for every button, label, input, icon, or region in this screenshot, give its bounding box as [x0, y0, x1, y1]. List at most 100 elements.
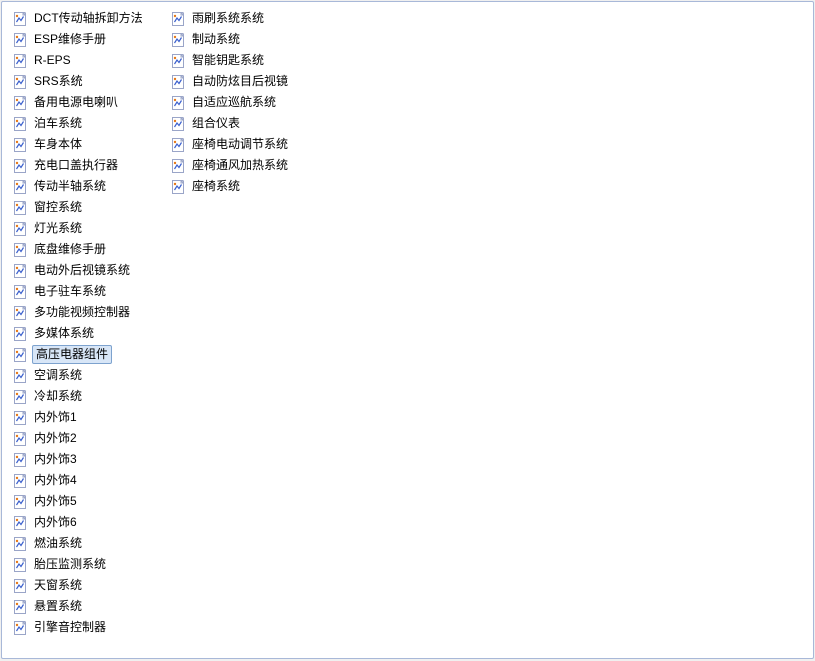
list-item[interactable]: 电子驻车系统 — [10, 281, 160, 302]
list-item[interactable]: 高压电器组件 — [10, 344, 160, 365]
list-item[interactable]: 引擎音控制器 — [10, 617, 160, 638]
list-item[interactable]: 内外饰3 — [10, 449, 160, 470]
list-item[interactable]: 内外饰2 — [10, 428, 160, 449]
list-item[interactable]: 悬置系统 — [10, 596, 160, 617]
item-label: 内外饰1 — [32, 409, 79, 426]
item-label: 座椅系统 — [190, 178, 242, 195]
item-label: 智能钥匙系统 — [190, 52, 266, 69]
item-label: 内外饰3 — [32, 451, 79, 468]
list-item[interactable]: 空调系统 — [10, 365, 160, 386]
document-icon — [12, 410, 28, 426]
list-item[interactable]: 智能钥匙系统 — [168, 50, 318, 71]
list-item[interactable]: 自动防炫目后视镜 — [168, 71, 318, 92]
item-label: 内外饰4 — [32, 472, 79, 489]
list-item[interactable]: 内外饰6 — [10, 512, 160, 533]
list-item[interactable]: 胎压监测系统 — [10, 554, 160, 575]
document-icon — [170, 116, 186, 132]
item-label: DCT传动轴拆卸方法 — [32, 10, 145, 27]
document-icon — [12, 305, 28, 321]
document-icon — [170, 95, 186, 111]
item-label: 高压电器组件 — [32, 345, 112, 364]
document-icon — [12, 494, 28, 510]
list-item[interactable]: 天窗系统 — [10, 575, 160, 596]
document-icon — [12, 515, 28, 531]
item-label: SRS系统 — [32, 73, 85, 90]
document-icon — [12, 158, 28, 174]
list-item[interactable]: ESP维修手册 — [10, 29, 160, 50]
list-item[interactable]: 座椅电动调节系统 — [168, 134, 318, 155]
document-icon — [12, 137, 28, 153]
document-icon — [12, 53, 28, 69]
list-item[interactable]: 充电口盖执行器 — [10, 155, 160, 176]
list-item[interactable]: 备用电源电喇叭 — [10, 92, 160, 113]
document-icon — [12, 347, 28, 363]
item-label: 悬置系统 — [32, 598, 84, 615]
document-icon — [12, 326, 28, 342]
document-icon — [12, 452, 28, 468]
document-icon — [12, 116, 28, 132]
document-icon — [12, 389, 28, 405]
list-item[interactable]: 制动系统 — [168, 29, 318, 50]
item-label: 天窗系统 — [32, 577, 84, 594]
item-label: 多功能视频控制器 — [32, 304, 132, 321]
item-label: 泊车系统 — [32, 115, 84, 132]
item-label: 备用电源电喇叭 — [32, 94, 120, 111]
document-icon — [170, 53, 186, 69]
list-item[interactable]: 雨刷系统系统 — [168, 8, 318, 29]
item-label: 灯光系统 — [32, 220, 84, 237]
list-item[interactable]: 内外饰4 — [10, 470, 160, 491]
document-icon — [12, 32, 28, 48]
list-item[interactable]: 底盘维修手册 — [10, 239, 160, 260]
document-icon — [12, 74, 28, 90]
item-label: 电动外后视镜系统 — [32, 262, 132, 279]
item-label: 冷却系统 — [32, 388, 84, 405]
list-item[interactable]: 泊车系统 — [10, 113, 160, 134]
document-icon — [170, 74, 186, 90]
list-item[interactable]: 灯光系统 — [10, 218, 160, 239]
list-item[interactable]: 燃油系统 — [10, 533, 160, 554]
list-item[interactable]: 组合仪表 — [168, 113, 318, 134]
document-icon — [170, 158, 186, 174]
document-icon — [12, 473, 28, 489]
item-label: 座椅通风加热系统 — [190, 157, 290, 174]
document-icon — [12, 95, 28, 111]
item-label: 传动半轴系统 — [32, 178, 108, 195]
list-item[interactable]: 多功能视频控制器 — [10, 302, 160, 323]
item-label: 胎压监测系统 — [32, 556, 108, 573]
item-label: 车身本体 — [32, 136, 84, 153]
list-item[interactable]: 电动外后视镜系统 — [10, 260, 160, 281]
list-item[interactable]: R-EPS — [10, 50, 160, 71]
item-label: 内外饰6 — [32, 514, 79, 531]
document-icon — [12, 431, 28, 447]
item-label: ESP维修手册 — [32, 31, 108, 48]
document-icon — [12, 221, 28, 237]
document-icon — [12, 242, 28, 258]
item-label: 自适应巡航系统 — [190, 94, 278, 111]
list-item[interactable]: 自适应巡航系统 — [168, 92, 318, 113]
list-item[interactable]: 传动半轴系统 — [10, 176, 160, 197]
item-label: 组合仪表 — [190, 115, 242, 132]
document-icon — [12, 620, 28, 636]
list-item[interactable]: DCT传动轴拆卸方法 — [10, 8, 160, 29]
list-item[interactable]: 内外饰5 — [10, 491, 160, 512]
list-item[interactable]: 座椅通风加热系统 — [168, 155, 318, 176]
document-icon — [12, 200, 28, 216]
item-label: 底盘维修手册 — [32, 241, 108, 258]
list-item[interactable]: 冷却系统 — [10, 386, 160, 407]
item-label: 窗控系统 — [32, 199, 84, 216]
document-icon — [12, 179, 28, 195]
list-item[interactable]: 窗控系统 — [10, 197, 160, 218]
document-icon — [12, 578, 28, 594]
list-item[interactable]: 多媒体系统 — [10, 323, 160, 344]
document-icon — [12, 599, 28, 615]
list-item[interactable]: 车身本体 — [10, 134, 160, 155]
list-item[interactable]: 内外饰1 — [10, 407, 160, 428]
list-item[interactable]: 座椅系统 — [168, 176, 318, 197]
item-label: 充电口盖执行器 — [32, 157, 120, 174]
item-label: 多媒体系统 — [32, 325, 96, 342]
item-label: 空调系统 — [32, 367, 84, 384]
document-icon — [170, 32, 186, 48]
file-list-panel: DCT传动轴拆卸方法 ESP维修手册 R-EPS SRS系统备用电源电喇叭泊车系统车身… — [1, 1, 814, 659]
list-item[interactable]: SRS系统 — [10, 71, 160, 92]
item-label: 电子驻车系统 — [32, 283, 108, 300]
